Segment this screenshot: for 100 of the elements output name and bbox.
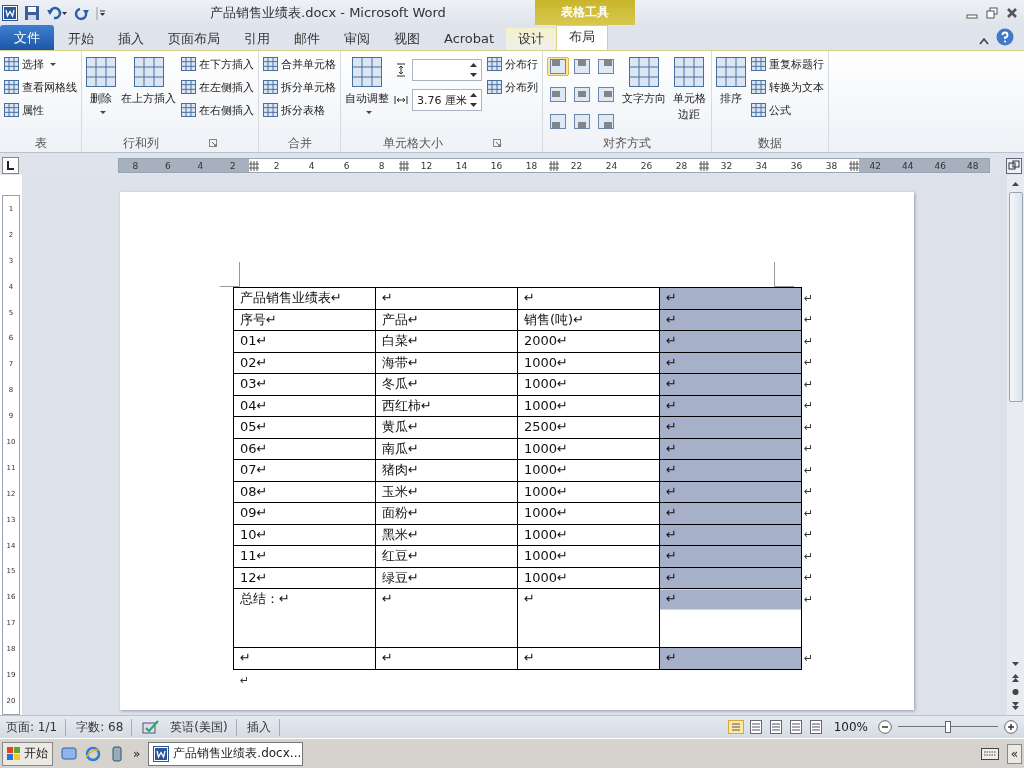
start-button[interactable]: 开始 (2, 741, 53, 766)
ribbon-button[interactable]: 拆分单元格 (263, 78, 336, 96)
browser-icon[interactable] (85, 745, 101, 762)
ribbon-tab[interactable]: 文件 (0, 25, 54, 50)
ruler-toggle-icon[interactable] (1006, 157, 1022, 174)
ribbon-tab[interactable]: 邮件 (282, 28, 332, 50)
table-cell[interactable]: 07↵ (233, 459, 376, 481)
undo-icon[interactable] (46, 4, 68, 21)
ribbon-button[interactable]: 在下方插入 (181, 55, 254, 73)
ribbon-tab[interactable]: 视图 (382, 28, 432, 50)
ribbon-button[interactable]: 删除 (86, 55, 116, 134)
table-cell[interactable]: 白菜↵ (375, 330, 518, 352)
table-cell[interactable]: 海带↵ (375, 352, 518, 374)
table-cell[interactable]: 产品↵ (375, 309, 518, 331)
ribbon-tab[interactable]: 开始 (56, 28, 106, 50)
table-cell[interactable]: ↵ (375, 287, 518, 309)
table-cell[interactable]: ↵ (517, 287, 660, 309)
collapse-button[interactable]: « (1006, 743, 1022, 764)
status-item[interactable]: 页面: 1/1 (6, 718, 67, 736)
restore-icon[interactable] (986, 6, 998, 19)
align-button[interactable] (547, 112, 569, 132)
table-cell[interactable]: 序号↵ (233, 309, 376, 331)
table-cell[interactable]: ↵ (659, 588, 802, 648)
reading-icon[interactable] (747, 720, 764, 734)
collapse-ribbon-icon[interactable] (978, 36, 990, 46)
ribbon-button[interactable]: 自动调整 (345, 55, 389, 134)
word-logo-icon[interactable] (2, 4, 18, 21)
status-item[interactable]: 英语(美国) (170, 718, 237, 736)
table-cell[interactable]: ↵ (659, 287, 802, 309)
save-icon[interactable] (24, 4, 40, 21)
table-cell[interactable]: 1000↵ (517, 524, 660, 546)
media-icon[interactable] (109, 745, 125, 762)
column-marker-icon[interactable] (549, 159, 559, 172)
table-cell[interactable]: 玉米↵ (375, 481, 518, 503)
table-cell[interactable]: 1000↵ (517, 438, 660, 460)
help-icon[interactable] (996, 28, 1014, 46)
web-layout-icon[interactable] (767, 720, 784, 734)
table-cell[interactable]: 面粉↵ (375, 502, 518, 524)
zoom-out-icon[interactable] (878, 720, 892, 734)
table-cell[interactable]: 南瓜↵ (375, 438, 518, 460)
table-cell[interactable]: 1000↵ (517, 395, 660, 417)
keyboard-icon[interactable] (980, 747, 999, 760)
slider-thumb[interactable] (945, 721, 951, 733)
ribbon-tab[interactable]: 审阅 (332, 28, 382, 50)
zoom-in-icon[interactable] (1004, 720, 1018, 734)
customize-icon[interactable] (96, 4, 106, 21)
align-button[interactable] (571, 112, 593, 132)
ribbon-button[interactable]: 公式 (751, 101, 825, 119)
ribbon-button[interactable]: 重复标题行 (751, 55, 825, 73)
ribbon-button[interactable]: 合并单元格 (263, 55, 336, 73)
dialog-launcher-icon[interactable] (209, 139, 217, 147)
table-cell[interactable]: 1000↵ (517, 502, 660, 524)
table-cell[interactable]: 10↵ (233, 524, 376, 546)
align-button[interactable] (571, 84, 593, 104)
scroll-thumb[interactable] (1008, 192, 1023, 402)
table-cell[interactable]: 2000↵ (517, 330, 660, 352)
ribbon-button[interactable]: 属性 (4, 101, 77, 119)
close-icon[interactable] (1006, 6, 1018, 19)
table-cell[interactable]: 11↵ (233, 545, 376, 567)
ribbon-button[interactable]: 文字方向 (622, 55, 666, 134)
ribbon-button[interactable]: 分布行 (487, 55, 538, 73)
ribbon-button[interactable]: 选择 (4, 55, 77, 73)
table-cell[interactable]: ↵ (517, 647, 660, 669)
table-cell[interactable]: 1000↵ (517, 352, 660, 374)
ribbon-tab[interactable]: 插入 (106, 28, 156, 50)
table-cell[interactable]: 西红柿↵ (375, 395, 518, 417)
ribbon-button[interactable]: 在左侧插入 (181, 78, 254, 96)
ribbon-tab[interactable]: 设计 (506, 28, 557, 50)
table-cell[interactable]: 05↵ (233, 416, 376, 438)
table-cell[interactable]: ↵ (375, 588, 518, 648)
table-cell[interactable]: ↵ (517, 588, 660, 648)
ribbon-button[interactable]: 分布列 (487, 78, 538, 96)
more-button[interactable]: » (133, 746, 141, 761)
table-cell[interactable]: 02↵ (233, 352, 376, 374)
column-marker-icon[interactable] (849, 159, 859, 172)
tab-selector-icon[interactable] (2, 157, 19, 174)
ribbon-button[interactable]: 单元格边距 (671, 55, 708, 134)
align-button[interactable] (595, 84, 617, 104)
column-marker-icon[interactable] (699, 159, 709, 172)
table-cell[interactable]: 1000↵ (517, 373, 660, 395)
desktop-icon[interactable] (61, 745, 77, 762)
table-cell[interactable]: 08↵ (233, 481, 376, 503)
table-cell[interactable]: 黄瓜↵ (375, 416, 518, 438)
table-cell[interactable]: 1000↵ (517, 481, 660, 503)
outline-icon[interactable] (787, 720, 804, 734)
table-cell[interactable]: 1000↵ (517, 459, 660, 481)
status-item[interactable]: 字数: 68 (76, 718, 133, 736)
align-button[interactable] (547, 57, 569, 76)
ribbon-button[interactable]: 在上方插入 (121, 55, 176, 134)
ribbon-tab[interactable]: 布局 (556, 25, 609, 50)
spin-field[interactable] (412, 59, 482, 81)
column-marker-icon[interactable] (399, 159, 409, 172)
table-cell[interactable]: 09↵ (233, 502, 376, 524)
spinner-arrows-icon[interactable] (470, 62, 477, 78)
table-cell[interactable]: ↵ (233, 647, 376, 669)
align-button[interactable] (571, 57, 593, 76)
ribbon-tab[interactable]: 引用 (232, 28, 282, 50)
table-cell[interactable]: 1000↵ (517, 567, 660, 589)
table-cell[interactable]: 1000↵ (517, 545, 660, 567)
zoom-level[interactable]: 100% (833, 720, 868, 734)
